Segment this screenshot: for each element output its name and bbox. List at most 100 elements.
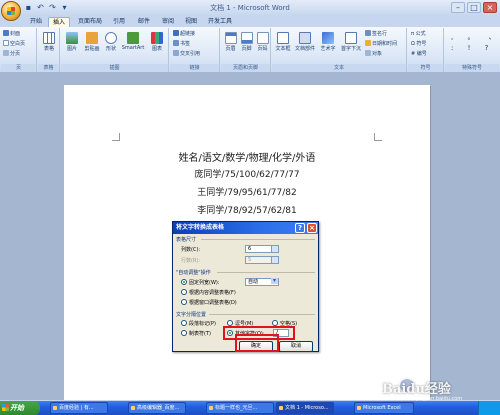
- table-button[interactable]: 表格: [42, 32, 56, 52]
- tab-mailings[interactable]: 邮件: [138, 17, 150, 27]
- group-header-footer: 页眉 页脚 页码 页眉和页脚: [221, 28, 271, 72]
- blank-page-button[interactable]: 空白页: [3, 40, 25, 47]
- cols-label: 列数(C):: [181, 247, 201, 253]
- dialog-title: 将文字转换成表格: [176, 224, 225, 231]
- object-button[interactable]: 对象: [365, 50, 382, 57]
- page-break-button[interactable]: 分页: [3, 50, 20, 57]
- cover-button[interactable]: 封面: [3, 30, 20, 37]
- drop-cap-button[interactable]: 首字下沉: [339, 32, 363, 52]
- divider: [201, 239, 315, 240]
- group-illustrations: 图片 剪贴画 形状 SmartArt 图表 插图: [61, 28, 169, 72]
- tab-references[interactable]: 引用: [113, 17, 125, 27]
- group-text: 文本框 文档部件 艺术字 首字下沉 签名行 日期和时间 对象 文本: [272, 28, 407, 72]
- number-button[interactable]: # 编号: [411, 50, 427, 57]
- section-separator: 文字分隔位置: [176, 312, 207, 318]
- convert-text-to-table-dialog: 将文字转换成表格 ? × 表格尺寸 列数(C): 6 行数(R): 5 "自动调…: [172, 221, 319, 352]
- date-time-button[interactable]: 日期和时间: [365, 40, 397, 47]
- footer-button[interactable]: 页脚: [239, 32, 254, 52]
- special-symbol-row-1[interactable]: , 。 、 ;: [451, 32, 500, 42]
- taskbar-button[interactable]: 高级编辑器_百度...: [128, 402, 186, 414]
- drop-cap-icon: [345, 32, 357, 44]
- page-number-icon: [256, 32, 269, 44]
- quick-parts-button[interactable]: 文档部件: [293, 32, 317, 52]
- equation-button[interactable]: π 公式: [411, 30, 426, 37]
- bookmark-button[interactable]: 书签: [173, 40, 190, 47]
- tab-label: 制表符(T): [189, 331, 211, 337]
- bookmark-icon: [173, 40, 179, 46]
- page-number-button[interactable]: 页码: [255, 32, 270, 52]
- autofit-content-radio[interactable]: [181, 289, 187, 295]
- help-icon[interactable]: ?: [295, 223, 305, 233]
- tab-home[interactable]: 开始: [30, 17, 42, 27]
- object-icon: [365, 50, 371, 56]
- tab-page-layout[interactable]: 页面布局: [78, 17, 102, 27]
- section-table-size: 表格尺寸: [176, 237, 197, 243]
- section-autofit: "自动调整"操作: [176, 270, 211, 276]
- wordart-button[interactable]: 艺术字: [318, 32, 338, 52]
- divider: [209, 314, 315, 315]
- shapes-button[interactable]: 形状: [103, 32, 119, 52]
- close-icon[interactable]: ×: [483, 2, 497, 13]
- footer-icon: [240, 32, 253, 44]
- close-icon[interactable]: ×: [307, 223, 317, 233]
- textbox-button[interactable]: 文本框: [274, 32, 292, 52]
- window-title: 文档 1 - Microsoft Word: [210, 4, 290, 12]
- watermark: Baidu经验: [382, 382, 451, 397]
- clipart-button[interactable]: 剪贴画: [82, 32, 102, 52]
- table-icon: [43, 32, 55, 44]
- signature-line-button[interactable]: 签名行: [365, 30, 387, 37]
- tab-review[interactable]: 审阅: [162, 17, 174, 27]
- quick-parts-icon: [299, 32, 311, 44]
- ribbon: 封面 空白页 分页 页 表格 表格 图片 剪贴画 形状 SmartArt 图表 …: [0, 27, 500, 73]
- fixed-width-radio[interactable]: [181, 279, 187, 285]
- maximize-icon[interactable]: □: [467, 2, 481, 13]
- group-table: 表格 表格: [38, 28, 60, 72]
- paragraph-mark-radio[interactable]: [181, 320, 187, 326]
- taskbar-button[interactable]: Microsoft Excel: [354, 402, 414, 414]
- divider: [217, 272, 315, 273]
- hyperlink-button[interactable]: 超链接: [173, 30, 195, 37]
- fixed-width-select[interactable]: 自动: [245, 278, 279, 286]
- header-button[interactable]: 页眉: [223, 32, 238, 52]
- group-label-pages: 页: [1, 64, 36, 72]
- group-label-table: 表格: [38, 64, 59, 72]
- autofit-window-radio[interactable]: [181, 299, 187, 305]
- dialog-title-bar: 将文字转换成表格 ? ×: [173, 222, 318, 234]
- paragraph-mark-label: 段落标记(P): [189, 321, 216, 327]
- picture-button[interactable]: 图片: [63, 32, 81, 52]
- symbol-button[interactable]: Ω 符号: [411, 40, 426, 47]
- crop-mark-top-left: [112, 133, 120, 141]
- group-label-illustrations: 插图: [61, 64, 168, 72]
- page-break-icon: [3, 50, 9, 56]
- cross-reference-button[interactable]: 交叉引用: [173, 50, 200, 57]
- window-controls: – □ ×: [451, 2, 497, 13]
- taskbar-button[interactable]: 文档 1 - Microso...: [276, 402, 334, 414]
- group-label-special-symbols: 特殊符号: [445, 64, 499, 72]
- taskbar: 开始 百度经验 | 有... 高级编辑器_百度... 标题一样也_元旦... 文…: [0, 401, 500, 415]
- cols-spinner[interactable]: 6: [245, 245, 279, 253]
- minimize-icon[interactable]: –: [451, 2, 465, 13]
- header-icon: [224, 32, 237, 44]
- group-label-symbols: 符号: [408, 64, 443, 72]
- taskbar-button[interactable]: 标题一样也_元旦...: [206, 402, 274, 414]
- tab-view[interactable]: 视图: [185, 17, 197, 27]
- blank-page-icon: [3, 40, 9, 46]
- autofit-content-label: 根据内容调整表格(F): [189, 290, 236, 296]
- rows-label: 行数(R):: [181, 258, 201, 264]
- smartart-icon: [127, 32, 139, 44]
- system-tray: [478, 401, 500, 415]
- cross-reference-icon: [173, 50, 179, 56]
- special-symbol-row-2[interactable]: : ! ? ·: [451, 44, 500, 52]
- taskbar-button[interactable]: 百度经验 | 有...: [50, 402, 108, 414]
- ribbon-tabs: 开始 插入 页面布局 引用 邮件 审阅 视图 开发工具: [0, 16, 500, 27]
- tab-radio[interactable]: [181, 330, 187, 336]
- smartart-button[interactable]: SmartArt: [120, 32, 146, 51]
- group-label-header-footer: 页眉和页脚: [221, 64, 270, 72]
- tab-developer[interactable]: 开发工具: [208, 17, 232, 27]
- chart-button[interactable]: 图表: [148, 32, 166, 52]
- start-button[interactable]: 开始: [0, 401, 40, 415]
- autofit-window-label: 根据窗口调整表格(D): [189, 300, 237, 306]
- cancel-button[interactable]: 取消: [279, 341, 313, 352]
- office-button[interactable]: [1, 1, 21, 21]
- tab-insert[interactable]: 插入: [48, 17, 70, 27]
